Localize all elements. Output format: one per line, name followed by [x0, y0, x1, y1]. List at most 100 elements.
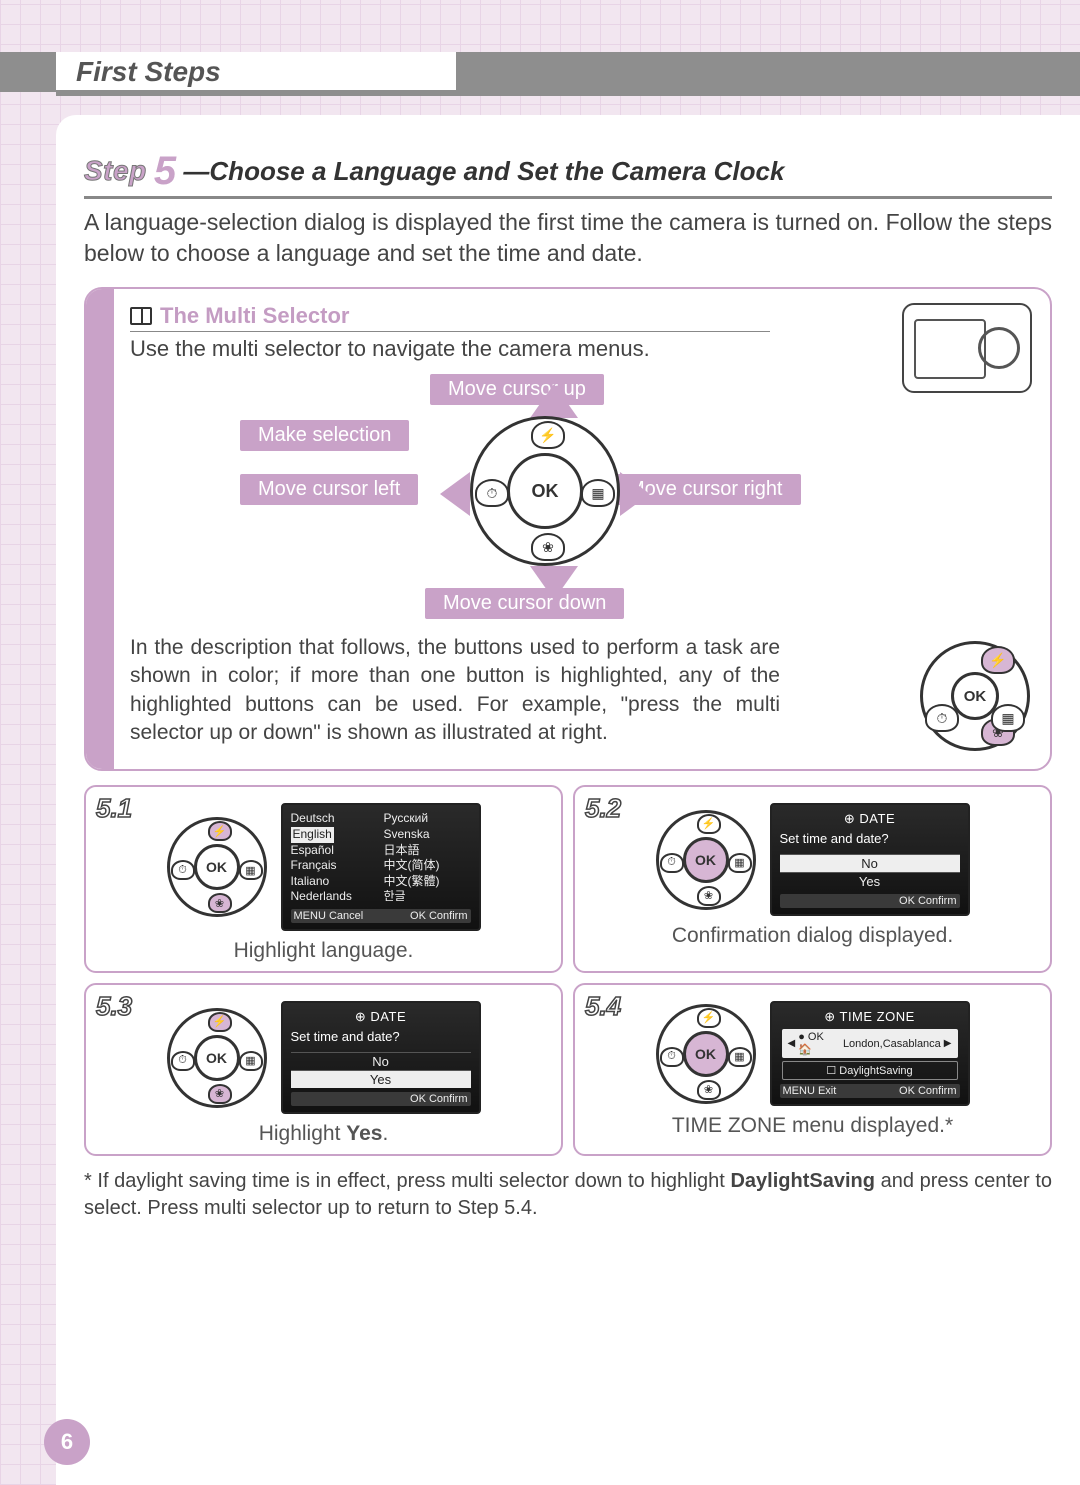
lang-item: Français	[291, 858, 378, 874]
lang-item: 中文(繁體)	[384, 874, 471, 890]
tz-daylight-row: ☐ DaylightSaving	[782, 1061, 958, 1080]
caption-5-2: Confirmation dialog displayed.	[589, 924, 1036, 948]
label-select: Make selection	[240, 420, 409, 451]
nav-right: ▦	[239, 860, 263, 880]
mini-up: ⚡	[981, 646, 1015, 674]
lcd-cancel: MENU Cancel	[294, 910, 364, 922]
lcd-title: DATE	[859, 811, 895, 826]
caption-5-3: Highlight Yes.	[100, 1122, 547, 1146]
nav-left: ⏱	[660, 1047, 684, 1067]
nav-5-3: ⚡ ❀ ⏱ ▦ OK	[167, 1008, 267, 1108]
tz-selected: London,Casablanca	[843, 1038, 941, 1050]
clock-icon: ⊕	[824, 1009, 835, 1024]
lcd-option-no: No	[780, 854, 960, 872]
footnote: * If daylight saving time is in effect, …	[84, 1168, 1052, 1222]
nav-down: ❀	[208, 893, 232, 913]
page-number: 6	[44, 1419, 90, 1465]
caption-5-1: Highlight language.	[100, 939, 547, 963]
lcd-date-yes: ⊕ DATE Set time and date? No Yes OK Conf…	[281, 1001, 481, 1114]
lang-item: Nederlands	[291, 889, 378, 905]
lcd-title: DATE	[370, 1009, 406, 1024]
step-number: 5	[154, 149, 176, 193]
lcd-option-yes: Yes	[780, 872, 960, 890]
lcd-confirm: OK Confirm	[899, 895, 956, 907]
dial-down: ❀	[531, 533, 565, 561]
step-num: 5.2	[585, 793, 621, 824]
nav-ok: OK	[194, 1035, 240, 1081]
lang-item: Español	[291, 843, 378, 859]
nav-down: ❀	[208, 1084, 232, 1104]
step-num: 5.1	[96, 793, 132, 824]
nav-left: ⏱	[171, 1051, 195, 1071]
step-5-2: 5.2 ⚡ ❀ ⏱ ▦ OK ⊕ DATE Set time and date?…	[573, 785, 1052, 973]
lcd-confirm: OK Confirm	[410, 1093, 467, 1105]
step-word: Step	[84, 155, 147, 186]
arrow-up-icon	[530, 384, 578, 418]
multi-selector-dial: ⚡ ❀ ⏱ ▦ OK	[470, 416, 620, 566]
dial-right: ▦	[581, 479, 615, 507]
selector-heading-text: The Multi Selector	[160, 303, 349, 329]
lcd-confirm: OK Confirm	[899, 1085, 956, 1097]
nav-ok-highlight: OK	[683, 1031, 729, 1077]
step-num: 5.4	[585, 991, 621, 1022]
multi-selector-box: The Multi Selector Use the multi selecto…	[84, 287, 1052, 771]
label-down: Move cursor down	[425, 588, 624, 619]
intro-paragraph: A language-selection dialog is displayed…	[84, 207, 1052, 269]
arrow-right-icon	[620, 472, 650, 516]
book-icon	[130, 307, 152, 325]
tri-left-icon: ◀	[788, 1038, 796, 1049]
dial-up: ⚡	[531, 421, 565, 449]
lcd-prompt: Set time and date?	[780, 831, 960, 846]
selector-diagram: Move cursor up Make selection Move curso…	[130, 376, 1028, 626]
clock-icon: ⊕	[355, 1009, 366, 1024]
lcd-timezone: ⊕ TIME ZONE ◀ ● OK 🏠 London,Casablanca ▶…	[770, 1001, 970, 1106]
page-card: Step 5 —Choose a Language and Set the Ca…	[56, 115, 1080, 1485]
step-5-1: 5.1 ⚡ ❀ ⏱ ▦ OK Deutsch English	[84, 785, 563, 973]
lang-col-1: Deutsch English Español Français Italian…	[291, 811, 378, 905]
lcd-exit: MENU Exit	[783, 1085, 837, 1097]
lcd-confirm: OK Confirm	[410, 910, 467, 922]
nav-up: ⚡	[208, 821, 232, 841]
lcd-option-no: No	[291, 1052, 471, 1070]
label-left: Move cursor left	[240, 474, 418, 505]
lcd-title: TIME ZONE	[840, 1009, 915, 1024]
nav-left: ⏱	[660, 853, 684, 873]
chapter-tab: First Steps	[56, 52, 456, 92]
arrow-left-icon	[440, 472, 470, 516]
lang-item: 한글	[384, 889, 471, 905]
header-underline	[56, 90, 1080, 96]
nav-5-4: ⚡ ❀ ⏱ ▦ OK	[656, 1004, 756, 1104]
lcd-option-yes: Yes	[291, 1070, 471, 1088]
nav-ok-highlight: OK	[683, 837, 729, 883]
nav-right: ▦	[239, 1051, 263, 1071]
nav-down: ❀	[697, 1080, 721, 1100]
lang-item: Deutsch	[291, 811, 378, 827]
lang-item: Svenska	[384, 827, 471, 843]
nav-up: ⚡	[697, 814, 721, 834]
tri-right-icon: ▶	[944, 1038, 952, 1049]
nav-down: ❀	[697, 886, 721, 906]
step-grid: 5.1 ⚡ ❀ ⏱ ▦ OK Deutsch English	[84, 785, 1052, 1156]
lang-item: 日本語	[384, 843, 471, 859]
step-title: Step 5 —Choose a Language and Set the Ca…	[84, 149, 1052, 199]
lcd-prompt: Set time and date?	[291, 1029, 471, 1044]
dial-ok: OK	[507, 453, 583, 529]
selector-sub: Use the multi selector to navigate the c…	[130, 336, 1028, 362]
step-5-4: 5.4 ⚡ ❀ ⏱ ▦ OK ⊕ TIME ZONE ◀ ● OK 🏠	[573, 983, 1052, 1156]
lang-col-2: Русский Svenska 日本語 中文(简体) 中文(繁體) 한글	[384, 811, 471, 905]
lang-item-highlight: English	[291, 827, 334, 843]
lcd-date-confirm: ⊕ DATE Set time and date? No Yes OK Conf…	[770, 803, 970, 916]
nav-up: ⚡	[697, 1008, 721, 1028]
clock-icon: ⊕	[844, 811, 855, 826]
dial-left: ⏱	[475, 479, 509, 507]
spine-accent	[86, 289, 114, 769]
selector-paragraph: In the description that follows, the but…	[130, 634, 780, 747]
chapter-title: First Steps	[76, 56, 221, 88]
caption-5-4: TIME ZONE menu displayed.*	[589, 1114, 1036, 1138]
mini-right: ▦	[991, 704, 1025, 732]
nav-left: ⏱	[171, 860, 195, 880]
mini-selector: ⚡ ❀ ⏱ ▦ OK	[920, 641, 1030, 751]
nav-right: ▦	[728, 853, 752, 873]
lang-item: 中文(简体)	[384, 858, 471, 874]
nav-5-2: ⚡ ❀ ⏱ ▦ OK	[656, 810, 756, 910]
